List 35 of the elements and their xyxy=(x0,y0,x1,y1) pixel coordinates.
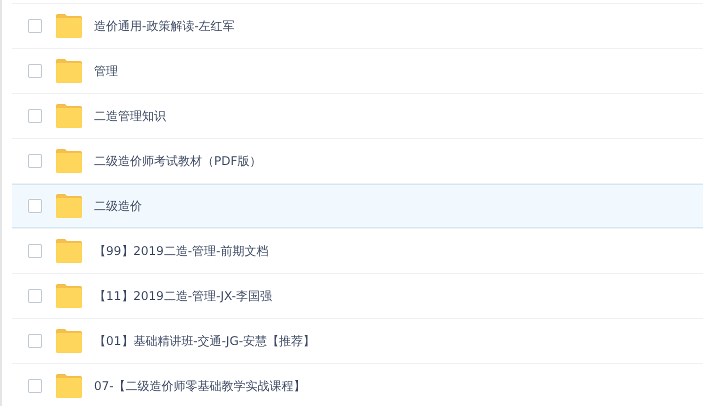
folder-icon xyxy=(56,14,82,38)
folder-icon xyxy=(56,239,82,263)
checkbox[interactable] xyxy=(28,379,42,393)
checkbox[interactable] xyxy=(28,289,42,303)
folder-name[interactable]: 二造管理知识 xyxy=(94,108,166,124)
checkbox[interactable] xyxy=(28,64,42,78)
file-row[interactable]: 【01】基础精讲班-交通-JG-安慧【推荐】 xyxy=(12,319,703,364)
folder-icon xyxy=(56,104,82,128)
folder-icon xyxy=(56,194,82,218)
folder-name[interactable]: 【99】2019二造-管理-前期文档 xyxy=(94,242,268,260)
folder-name[interactable]: 二级造价师考试教材（PDF版） xyxy=(94,152,262,170)
folder-name[interactable]: 【11】2019二造-管理-JX-李国强 xyxy=(94,288,272,304)
checkbox[interactable] xyxy=(28,154,42,168)
folder-name[interactable]: 07-【二级造价师零基础教学实战课程】 xyxy=(94,378,306,394)
folder-icon xyxy=(56,374,82,398)
checkbox[interactable] xyxy=(28,199,42,213)
folder-name[interactable]: 造价通用-政策解读-左红军 xyxy=(94,18,235,34)
folder-icon xyxy=(56,59,82,83)
folder-name[interactable]: 二级造价 xyxy=(94,198,142,214)
file-row[interactable]: 造价通用-政策解读-左红军 xyxy=(12,4,703,49)
folder-icon xyxy=(56,329,82,353)
checkbox[interactable] xyxy=(28,19,42,33)
folder-icon xyxy=(56,149,82,173)
file-row[interactable]: 【11】2019二造-管理-JX-李国强 xyxy=(12,274,703,319)
folder-name[interactable]: 【01】基础精讲班-交通-JG-安慧【推荐】 xyxy=(94,332,316,350)
file-row[interactable]: 二级造价 xyxy=(12,184,703,229)
checkbox[interactable] xyxy=(28,244,42,258)
folder-name[interactable]: 管理 xyxy=(94,62,118,80)
checkbox[interactable] xyxy=(28,334,42,348)
file-row[interactable]: 管理 xyxy=(12,49,703,94)
folder-icon xyxy=(56,284,82,308)
checkbox[interactable] xyxy=(28,109,42,123)
file-row[interactable]: 二造管理知识 xyxy=(12,94,703,139)
file-row[interactable]: 【99】2019二造-管理-前期文档 xyxy=(12,229,703,274)
file-row[interactable]: 07-【二级造价师零基础教学实战课程】 xyxy=(12,364,703,406)
